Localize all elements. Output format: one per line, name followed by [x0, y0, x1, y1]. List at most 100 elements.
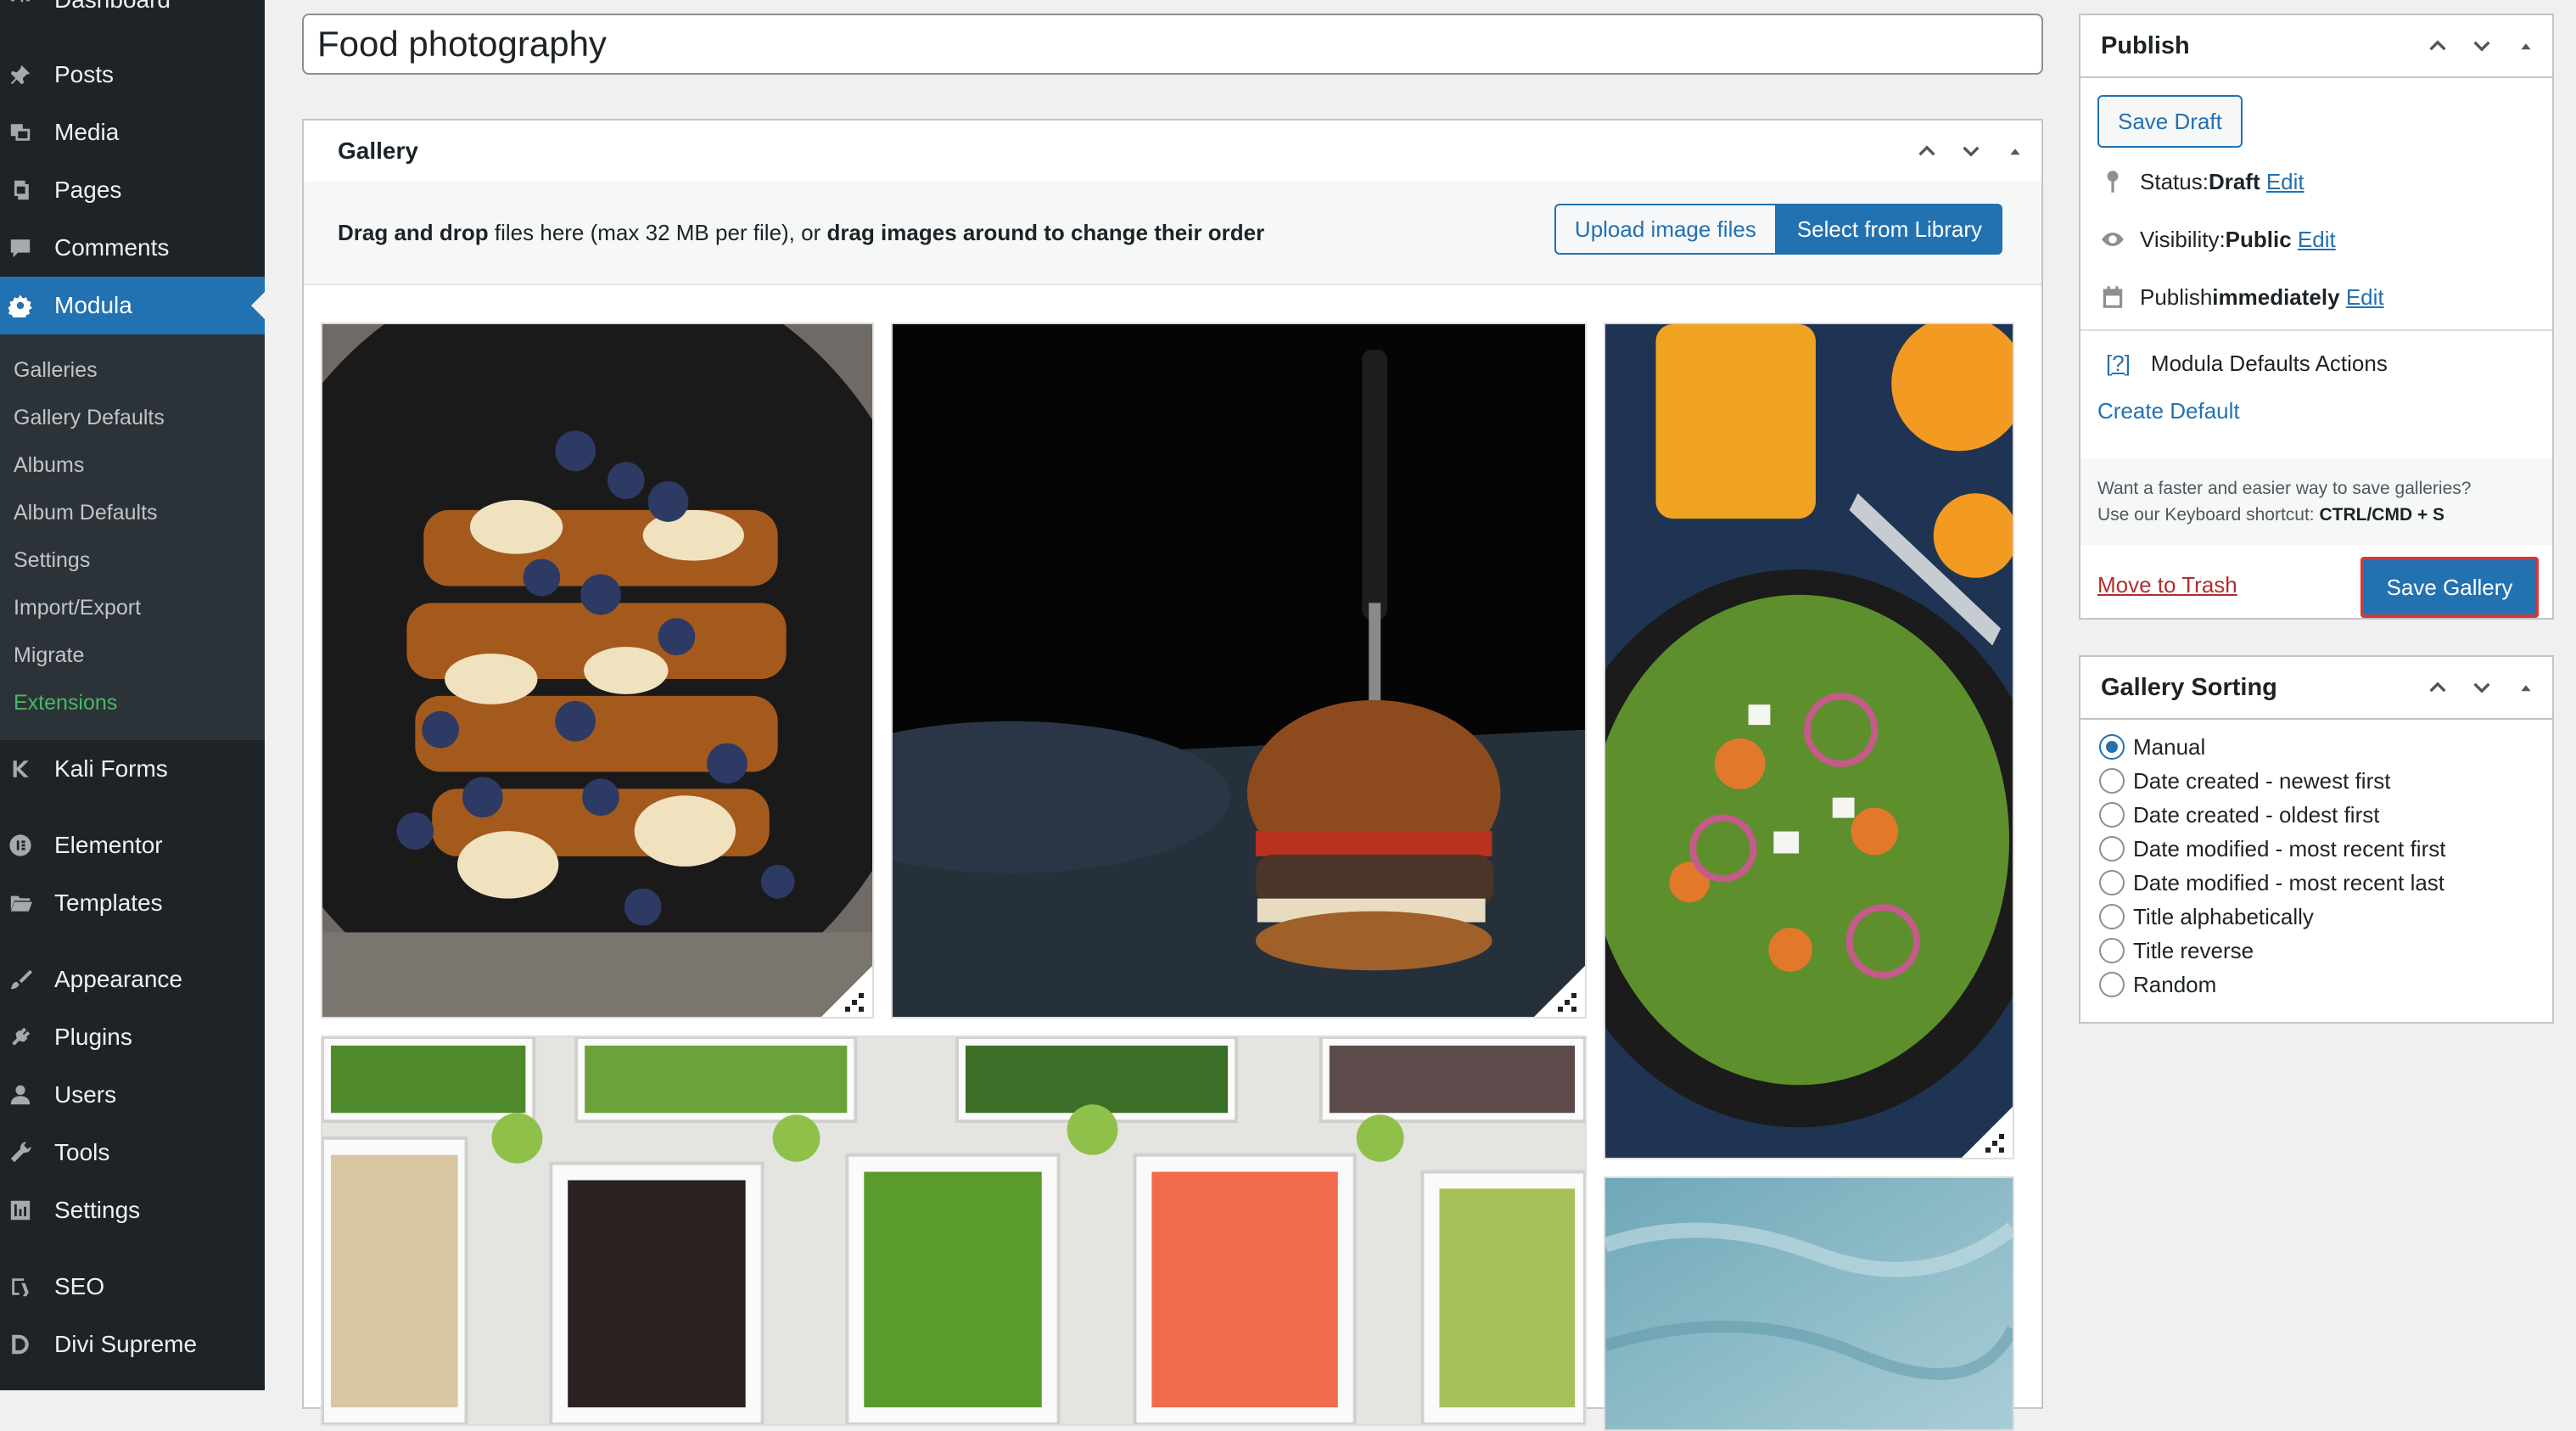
- defaults-actions-label: Modula Defaults Actions: [2150, 350, 2388, 376]
- sidebar-item-seo[interactable]: SEO: [0, 1258, 265, 1316]
- sidebar-item-dashboard[interactable]: Dashboard: [0, 0, 265, 29]
- publish-box-title: Publish: [2101, 31, 2190, 59]
- move-down-icon[interactable]: [2467, 31, 2496, 60]
- divi-icon: [8, 1333, 32, 1356]
- create-default-link[interactable]: Create Default: [2097, 398, 2240, 424]
- gallery-box-header: Gallery: [304, 121, 2041, 183]
- sort-option-title-reverse[interactable]: Title reverse: [2099, 934, 2254, 968]
- sidebar-item-label: Media: [54, 119, 120, 145]
- gallery-sorting-postbox: Gallery Sorting Manual Date created - ne…: [2079, 655, 2554, 1024]
- radio-button[interactable]: [2099, 870, 2125, 895]
- sort-option-date-created-newest[interactable]: Date created - newest first: [2099, 764, 2390, 798]
- gallery-image-burger[interactable]: [891, 323, 1587, 1019]
- sidebar-item-label: Elementor: [54, 832, 163, 858]
- sidebar-item-divi-supreme[interactable]: Divi Supreme: [0, 1316, 265, 1373]
- gallery-postbox: Gallery Drag and drop files here (max 32…: [302, 119, 2043, 1431]
- radio-button[interactable]: [2099, 802, 2125, 828]
- radio-button[interactable]: [2099, 734, 2125, 760]
- submenu-item-settings[interactable]: Settings: [14, 540, 90, 581]
- sort-option-date-created-oldest[interactable]: Date created - oldest first: [2099, 798, 2379, 832]
- sort-option-date-modified-recent-last[interactable]: Date modified - most recent last: [2099, 866, 2444, 900]
- radio-button[interactable]: [2099, 938, 2125, 963]
- edit-publish-date-link[interactable]: Edit: [2346, 284, 2384, 311]
- sidebar-item-appearance[interactable]: Appearance: [0, 951, 265, 1008]
- sidebar-item-plugins[interactable]: Plugins: [0, 1008, 265, 1066]
- submenu-item-import-export[interactable]: Import/Export: [14, 587, 141, 628]
- sidebar-item-comments[interactable]: Comments: [0, 219, 265, 277]
- collapse-toggle-icon[interactable]: [2512, 31, 2540, 60]
- edit-status-link[interactable]: Edit: [2266, 169, 2304, 195]
- move-to-trash-link[interactable]: Move to Trash: [2097, 572, 2237, 598]
- radio-button[interactable]: [2099, 836, 2125, 861]
- publish-postbox: Publish Save Draft Status: Draft Edit Vi…: [2079, 14, 2554, 620]
- calendar-icon: [2097, 282, 2128, 312]
- gallery-image-blue-texture[interactable]: [1604, 1176, 2014, 1431]
- resize-handle-icon[interactable]: [821, 966, 872, 1017]
- sort-option-manual[interactable]: Manual: [2099, 730, 2205, 764]
- submenu-item-album-defaults[interactable]: Album Defaults: [14, 492, 158, 533]
- sorting-box-header: Gallery Sorting: [2080, 657, 2552, 720]
- submenu-item-extensions[interactable]: Extensions: [14, 682, 117, 723]
- upload-bar: Drag and drop files here (max 32 MB per …: [304, 182, 2041, 285]
- move-up-icon[interactable]: [2423, 673, 2452, 702]
- gallery-box-title: Gallery: [338, 137, 418, 164]
- radio-button[interactable]: [2099, 904, 2125, 929]
- move-up-icon[interactable]: [1912, 137, 1941, 166]
- upload-help-text: Drag and drop files here (max 32 MB per …: [338, 219, 1265, 245]
- defaults-help-link[interactable]: [?]: [2106, 351, 2131, 377]
- sidebar-item-label: Settings: [54, 1197, 141, 1223]
- post-title-value: Food photography: [317, 24, 607, 64]
- sidebar-item-modula[interactable]: Modula: [0, 277, 265, 334]
- modula-defaults-row: [?] Modula Defaults Actions: [2106, 346, 2388, 380]
- submenu-item-galleries[interactable]: Galleries: [14, 350, 98, 390]
- sidebar-item-label: Posts: [54, 61, 115, 87]
- folder-icon: [8, 891, 32, 915]
- collapse-toggle-icon[interactable]: [2001, 137, 2030, 166]
- kali-forms-icon: [8, 757, 32, 781]
- save-gallery-button[interactable]: Save Gallery: [2360, 557, 2539, 618]
- sort-option-random[interactable]: Random: [2099, 968, 2216, 1002]
- move-down-icon[interactable]: [1957, 137, 1985, 166]
- resize-handle-icon[interactable]: [1534, 966, 1585, 1017]
- sidebar-item-kali-forms[interactable]: Kali Forms: [0, 740, 265, 798]
- edit-visibility-link[interactable]: Edit: [2298, 227, 2336, 253]
- resize-handle-icon[interactable]: [1962, 1107, 2013, 1158]
- post-title-field[interactable]: Food photography: [302, 14, 2043, 75]
- radio-button[interactable]: [2099, 972, 2125, 997]
- move-down-icon[interactable]: [2467, 673, 2496, 702]
- gallery-image-salad[interactable]: [1604, 323, 2014, 1159]
- sidebar-item-templates[interactable]: Templates: [0, 874, 265, 932]
- sort-option-title-alphabetically[interactable]: Title alphabetically: [2099, 900, 2314, 934]
- blue-texture-photo: [1605, 1178, 2013, 1429]
- sidebar-item-label: Kali Forms: [54, 755, 168, 782]
- sidebar-item-tools[interactable]: Tools: [0, 1124, 265, 1181]
- collapse-toggle-icon[interactable]: [2512, 673, 2540, 702]
- divider: [2080, 329, 2552, 331]
- gallery-image-vegetable-bowls[interactable]: [321, 1035, 1587, 1426]
- gallery-image-french-toast[interactable]: [321, 323, 874, 1019]
- media-icon: [8, 121, 32, 144]
- publish-date-row: Publish immediately Edit: [2097, 280, 2384, 314]
- sidebar-item-media[interactable]: Media: [0, 104, 265, 161]
- sidebar-item-users[interactable]: Users: [0, 1066, 265, 1124]
- sidebar-item-elementor[interactable]: Elementor: [0, 817, 265, 874]
- upload-image-files-button[interactable]: Upload image files: [1554, 204, 1777, 255]
- pin-icon: [8, 63, 32, 87]
- radio-button[interactable]: [2099, 768, 2125, 794]
- sidebar-item-settings[interactable]: Settings: [0, 1181, 265, 1239]
- dashboard-icon: [8, 0, 32, 12]
- submenu-item-migrate[interactable]: Migrate: [14, 635, 84, 676]
- select-from-library-button[interactable]: Select from Library: [1776, 204, 2002, 255]
- sidebar-item-pages[interactable]: Pages: [0, 161, 265, 219]
- sort-option-date-modified-recent-first[interactable]: Date modified - most recent first: [2099, 832, 2445, 866]
- sidebar-item-label: Comments: [54, 234, 170, 261]
- plug-icon: [8, 1025, 32, 1049]
- keyboard-shortcut-note: Want a faster and easier way to save gal…: [2080, 458, 2552, 545]
- move-up-icon[interactable]: [2423, 31, 2452, 60]
- sidebar-item-posts[interactable]: Posts: [0, 46, 265, 104]
- save-draft-button[interactable]: Save Draft: [2097, 95, 2243, 148]
- submenu-item-gallery-defaults[interactable]: Gallery Defaults: [14, 397, 165, 438]
- sidebar-item-label: Divi Supreme: [54, 1331, 198, 1357]
- submenu-item-albums[interactable]: Albums: [14, 445, 84, 485]
- create-default-row: Create Default: [2097, 394, 2240, 428]
